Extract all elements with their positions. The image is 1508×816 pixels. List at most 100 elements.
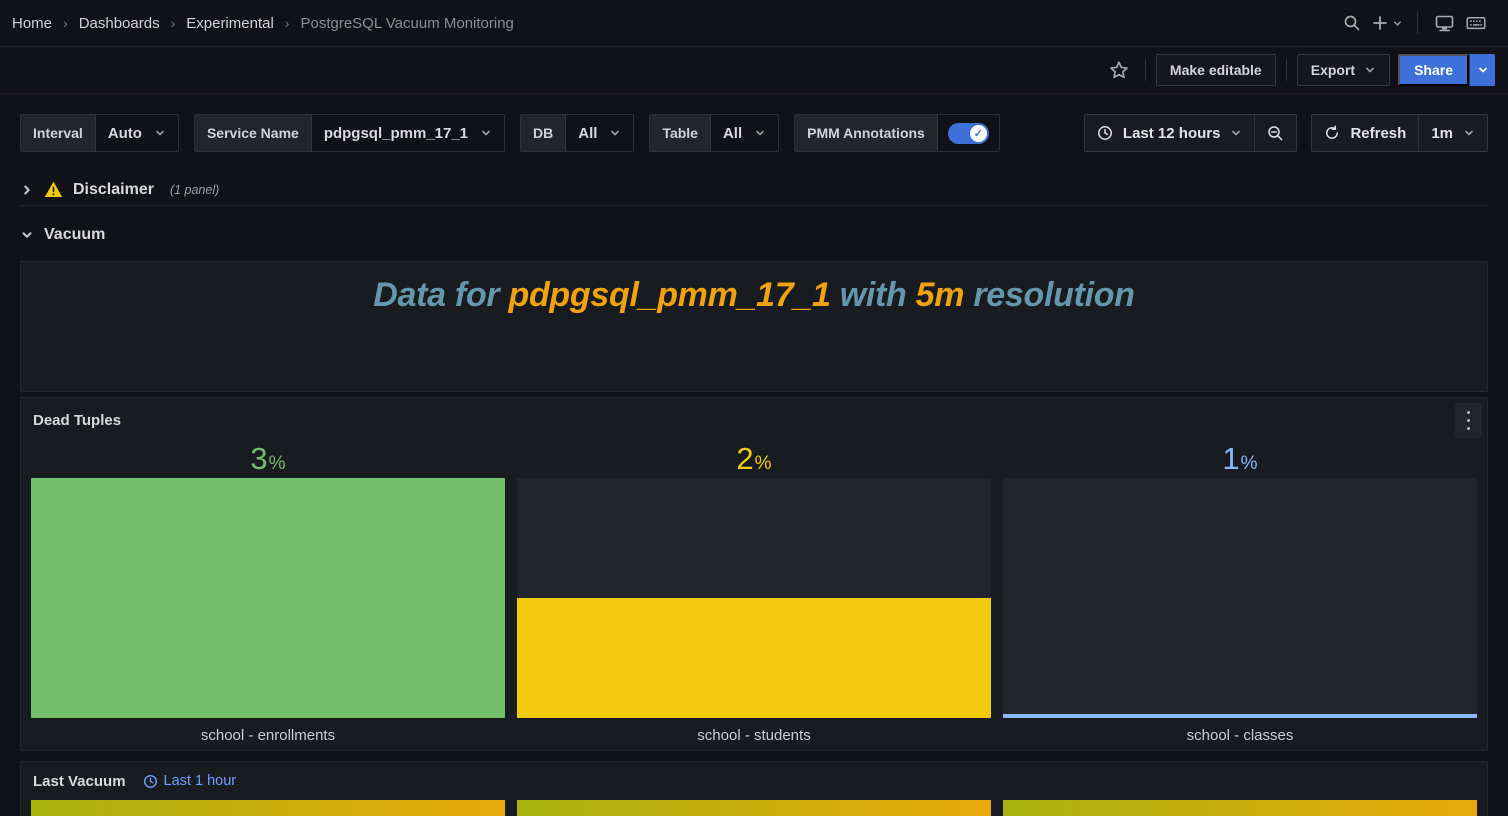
service-name-label: Service Name [195, 115, 312, 151]
gauge-school-students: 2% school - students [517, 442, 991, 752]
interval-variable: Interval Auto [20, 114, 179, 152]
dashboard-canvas: Interval Auto Service Name pdpgsql_pmm_1… [0, 94, 1508, 816]
gauge-track [517, 478, 991, 718]
gauge-label: school - students [517, 718, 991, 752]
dead-tuples-header: Dead Tuples [31, 398, 1477, 442]
table-select[interactable]: All [711, 115, 778, 151]
time-override-link[interactable]: Last 1 hour [143, 773, 237, 789]
keyboard-icon[interactable] [1460, 7, 1492, 39]
table-label: Table [650, 115, 711, 151]
refresh-icon [1324, 125, 1340, 141]
resolution-banner-panel: Data for pdpgsql_pmm_17_1 with 5m resolu… [20, 261, 1488, 392]
pmm-annotations-toggle-wrap: ✓ [938, 115, 999, 151]
gauge-fill [517, 598, 991, 718]
chevron-right-icon [20, 183, 34, 197]
add-new-button[interactable] [1368, 7, 1407, 39]
variable-filters: Interval Auto Service Name pdpgsql_pmm_1… [20, 114, 1000, 152]
refresh-group: Refresh 1m [1311, 114, 1488, 152]
export-button[interactable]: Export [1297, 54, 1390, 86]
dead-tuples-title[interactable]: Dead Tuples [33, 412, 121, 429]
favorite-star-icon[interactable] [1103, 54, 1135, 86]
chevron-down-icon [1392, 18, 1403, 29]
panel-menu-kebab-icon[interactable] [1455, 403, 1482, 438]
chevron-down-icon [154, 127, 166, 139]
share-button[interactable]: Share [1398, 54, 1469, 86]
breadcrumb-separator: › [285, 15, 290, 31]
banner-text: Data for pdpgsql_pmm_17_1 with 5m resolu… [21, 277, 1487, 313]
search-icon[interactable] [1336, 7, 1368, 39]
service-name-value: pdpgsql_pmm_17_1 [324, 125, 468, 142]
dashboard-toolbar: Make editable Export Share [0, 47, 1508, 94]
last-vacuum-header: Last Vacuum Last 1 hour [31, 762, 1477, 800]
chevron-down-icon [1477, 64, 1489, 76]
clock-icon [1097, 125, 1113, 141]
breadcrumb-separator: › [63, 15, 68, 31]
row-vacuum[interactable]: Vacuum [20, 220, 1488, 250]
pmm-annotations-control: PMM Annotations ✓ [794, 114, 1000, 152]
table-value: All [723, 125, 742, 142]
db-value: All [578, 125, 597, 142]
pmm-annotations-toggle[interactable]: ✓ [948, 123, 989, 144]
db-label: DB [521, 115, 566, 151]
zoom-out-icon[interactable] [1254, 115, 1296, 151]
row-disclaimer-count: (1 panel) [170, 183, 219, 197]
make-editable-button[interactable]: Make editable [1156, 54, 1276, 86]
gauge-value: 1% [1003, 442, 1477, 478]
interval-value: Auto [108, 125, 142, 142]
chevron-down-icon [480, 127, 492, 139]
dead-tuples-gauges: 3% school - enrollments 2% school - stud… [31, 442, 1477, 752]
chevron-down-icon [754, 127, 766, 139]
chevron-down-icon [20, 228, 34, 242]
time-controls: Last 12 hours Refresh 1m [1084, 114, 1488, 152]
service-name-select[interactable]: pdpgsql_pmm_17_1 [312, 115, 504, 151]
refresh-interval-value: 1m [1431, 125, 1453, 142]
gauge-track [31, 478, 505, 718]
db-variable: DB All [520, 114, 634, 152]
row-disclaimer[interactable]: Disclaimer (1 panel) [20, 174, 1488, 206]
divider [1417, 12, 1418, 34]
table-variable: Table All [649, 114, 779, 152]
time-range-label: Last 12 hours [1123, 125, 1221, 142]
db-select[interactable]: All [566, 115, 633, 151]
share-caret-button[interactable] [1469, 54, 1495, 86]
export-label: Export [1311, 62, 1355, 78]
breadcrumb-experimental[interactable]: Experimental [186, 15, 274, 32]
service-name-variable: Service Name pdpgsql_pmm_17_1 [194, 114, 505, 152]
last-vacuum-panel: Last Vacuum Last 1 hour [20, 761, 1488, 816]
refresh-label: Refresh [1350, 125, 1406, 142]
interval-label: Interval [21, 115, 96, 151]
refresh-button[interactable]: Refresh [1312, 115, 1418, 151]
chevron-down-icon [609, 127, 621, 139]
breadcrumb-separator: › [171, 15, 176, 31]
breadcrumb-home[interactable]: Home [12, 15, 52, 32]
header-actions [1336, 7, 1492, 39]
gauge-fill [1003, 714, 1477, 718]
interval-select[interactable]: Auto [96, 115, 178, 151]
share-split-button: Share [1398, 54, 1495, 86]
row-disclaimer-title: Disclaimer [73, 181, 154, 199]
refresh-interval-select[interactable]: 1m [1418, 115, 1487, 151]
chevron-down-icon [1364, 64, 1376, 76]
breadcrumb: Home › Dashboards › Experimental › Postg… [12, 15, 514, 32]
time-range-group: Last 12 hours [1084, 114, 1298, 152]
last-vacuum-bar [517, 800, 991, 816]
time-range-picker[interactable]: Last 12 hours [1085, 115, 1255, 151]
chevron-down-icon [1463, 127, 1475, 139]
gauge-value: 3% [31, 442, 505, 478]
tv-mode-icon[interactable] [1428, 7, 1460, 39]
gauge-label: school - classes [1003, 718, 1477, 752]
breadcrumb-current-page: PostgreSQL Vacuum Monitoring [300, 15, 513, 32]
row-vacuum-title: Vacuum [44, 226, 105, 244]
last-vacuum-bar [1003, 800, 1477, 816]
gauge-label: school - enrollments [31, 718, 505, 752]
dead-tuples-panel: Dead Tuples 3% school - enrollments 2% s… [20, 397, 1488, 751]
pmm-annotations-label: PMM Annotations [795, 115, 938, 151]
gauge-school-enrollments: 3% school - enrollments [31, 442, 505, 752]
warning-icon [44, 181, 63, 198]
last-vacuum-title[interactable]: Last Vacuum [33, 773, 126, 790]
toggle-check-icon: ✓ [970, 125, 987, 142]
chevron-down-icon [1230, 127, 1242, 139]
header-bar: Home › Dashboards › Experimental › Postg… [0, 0, 1508, 47]
clock-icon [143, 774, 158, 789]
breadcrumb-dashboards[interactable]: Dashboards [79, 15, 160, 32]
